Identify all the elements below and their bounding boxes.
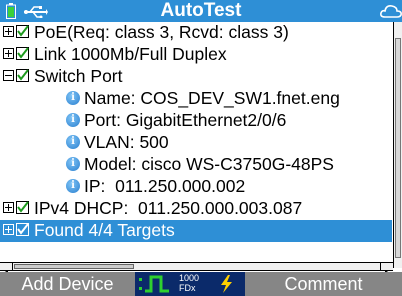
link-pulse-icon (139, 275, 169, 293)
title-bar: AutoTest (0, 0, 402, 22)
flash-icon (221, 275, 232, 293)
scroll-right-arrow[interactable] (380, 263, 393, 275)
tree-item-label: Port: GigabitEthernet2/0/6 (84, 110, 287, 130)
horizontal-scroll-thumb[interactable] (14, 264, 134, 269)
vertical-scrollbar[interactable] (393, 22, 402, 268)
expand-toggle[interactable] (3, 224, 14, 235)
tree-item-poe[interactable]: PoE(Req: class 3, Rcvd: class 3) (0, 22, 392, 44)
tree-item-link[interactable]: Link 1000Mb/Full Duplex (0, 44, 392, 66)
vertical-scroll-thumb[interactable] (395, 38, 401, 258)
tree-item-model[interactable]: Model: cisco WS-C3750G-48PS (0, 154, 392, 176)
comment-button[interactable]: Comment (245, 272, 402, 296)
tree-item-label: Name: COS_DEV_SW1.fnet.eng (84, 88, 340, 108)
horizontal-scrollbar[interactable] (0, 262, 393, 275)
tree-item-label: Found 4/4 Targets (34, 220, 175, 240)
expand-toggle[interactable] (3, 202, 14, 213)
link-status-box[interactable]: 1000 FDx (135, 272, 245, 296)
tree-item-port[interactable]: Port: GigabitEthernet2/0/6 (0, 110, 392, 132)
add-device-button[interactable]: Add Device (0, 272, 135, 296)
tree-item-vlan[interactable]: VLAN: 500 (0, 132, 392, 154)
tree-item-label: IP: 011.250.000.002 (84, 176, 246, 196)
scroll-left-arrow[interactable] (0, 263, 13, 275)
app-title: AutoTest (160, 0, 242, 21)
tree-item-name[interactable]: Name: COS_DEV_SW1.fnet.eng (0, 88, 392, 110)
tree-item-switch-port[interactable]: Switch Port (0, 66, 392, 88)
link-duplex: FDx (179, 283, 196, 293)
info-icon (66, 135, 80, 149)
checkmark-icon (16, 69, 29, 82)
tree-item-found-targets[interactable]: Found 4/4 Targets (0, 220, 392, 242)
checkmark-icon (16, 201, 29, 214)
link-speed: 1000 (179, 273, 200, 283)
info-icon (66, 113, 80, 127)
results-tree[interactable]: PoE(Req: class 3, Rcvd: class 3) Link 10… (0, 22, 392, 260)
checkmark-icon (16, 47, 29, 60)
tree-item-label: PoE(Req: class 3, Rcvd: class 3) (34, 22, 289, 42)
tree-item-label: VLAN: 500 (84, 132, 169, 152)
tree-item-label: Link 1000Mb/Full Duplex (34, 44, 227, 64)
checkmark-icon (16, 223, 29, 236)
info-icon (66, 91, 80, 105)
expand-toggle[interactable] (3, 48, 14, 59)
tree-item-label: Switch Port (34, 66, 123, 86)
info-icon (66, 179, 80, 193)
info-icon (66, 157, 80, 171)
checkmark-icon (16, 25, 29, 38)
tree-item-ipv4-dhcp[interactable]: IPv4 DHCP: 011.250.000.003.087 (0, 198, 392, 220)
collapse-toggle[interactable] (3, 70, 14, 81)
tree-item-ip[interactable]: IP: 011.250.000.002 (0, 176, 392, 198)
tree-item-label: IPv4 DHCP: 011.250.000.003.087 (34, 198, 303, 218)
expand-toggle[interactable] (3, 26, 14, 37)
cloud-icon[interactable] (380, 3, 402, 19)
tree-item-label: Model: cisco WS-C3750G-48PS (84, 154, 334, 174)
